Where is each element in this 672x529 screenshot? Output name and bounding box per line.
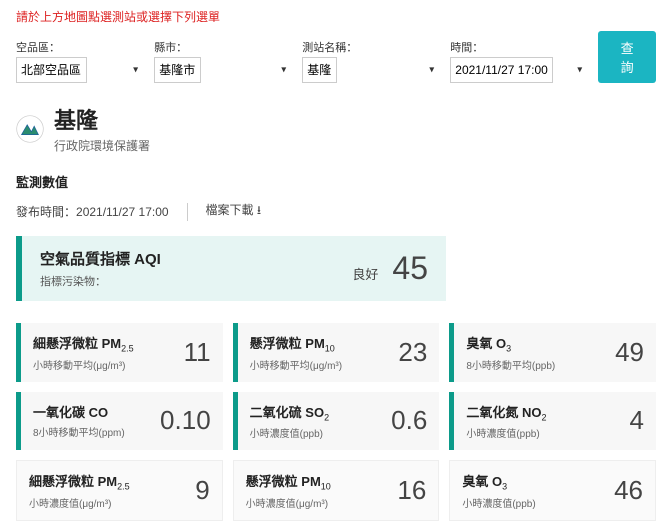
pollutant-value: 4 [630,405,644,436]
pollutant-card: 二氧化氮 NO2 小時濃度值(ppb) 4 [449,392,656,451]
pollutant-name: 懸浮微粒 PM10 [250,333,342,354]
time-select[interactable]: 2021/11/27 17:00 [450,57,553,83]
pollutant-unit: 小時移動平均(μg/m³) [33,357,134,372]
query-button[interactable]: 查詢 [598,31,656,83]
pollutant-name: 懸浮微粒 PM10 [246,471,331,492]
pollutant-name: 臭氧 O3 [466,333,555,354]
station-label: 測站名稱： [302,39,440,55]
divider [187,203,188,221]
pollutant-card: 一氧化碳 CO 8小時移動平均(ppm) 0.10 [16,392,223,451]
pollutant-card: 二氧化硫 SO2 小時濃度值(ppb) 0.6 [233,392,440,451]
pollutant-unit: 小時移動平均(μg/m³) [250,357,342,372]
publish-time: 2021/11/27 17:00 [76,205,169,219]
region-select[interactable]: 北部空品區 [16,57,87,83]
publish-label: 發布時間： [16,205,76,219]
aqi-title: 空氣品質指標 AQI [40,248,161,269]
pollutant-unit: 小時濃度值(ppb) [250,425,329,440]
region-label: 空品區： [16,39,144,55]
county-select[interactable]: 基隆市 [154,57,201,83]
pollutant-name: 細懸浮微粒 PM2.5 [29,471,130,492]
filter-bar: 空品區： 北部空品區 縣市： 基隆市 測站名稱： 基隆 時間： 2021/11/… [16,31,656,83]
pollutant-card: 細懸浮微粒 PM2.5 小時移動平均(μg/m³) 11 [16,323,223,382]
pollutant-value: 9 [195,475,209,506]
pollutant-value: 16 [397,475,426,506]
pollutant-value: 49 [615,337,644,368]
agency-logo-icon [16,115,44,143]
notice-text: 請於上方地圖點選測站或選擇下列選單 [16,8,656,25]
station-name: 基隆 [54,103,150,135]
pollutant-value: 23 [398,337,427,368]
pollutant-unit: 8小時移動平均(ppb) [466,357,555,372]
station-header: 基隆 行政院環境保護署 [16,103,656,154]
pollutant-grid: 細懸浮微粒 PM2.5 小時移動平均(μg/m³) 11 懸浮微粒 PM10 小時移動平… [16,323,656,521]
pollutant-card: 懸浮微粒 PM10 小時移動平均(μg/m³) 23 [233,323,440,382]
pollutant-value: 0.10 [160,405,211,436]
pollutant-name: 細懸浮微粒 PM2.5 [33,333,134,354]
pollutant-unit: 小時濃度值(μg/m³) [246,495,331,510]
station-select[interactable]: 基隆 [302,57,337,83]
pollutant-unit: 小時濃度值(μg/m³) [29,495,130,510]
county-label: 縣市： [154,39,292,55]
download-icon: ⭳ [257,203,261,217]
pollutant-name: 二氧化氮 NO2 [466,402,546,423]
pollutant-value: 11 [184,337,211,368]
aqi-card: 空氣品質指標 AQI 指標污染物： 良好 45 [16,236,446,301]
time-label: 時間： [450,39,588,55]
aqi-value: 45 [392,250,428,287]
pollutant-card: 臭氧 O3 8小時移動平均(ppb) 49 [449,323,656,382]
pollutant-unit: 小時濃度值(ppb) [466,425,546,440]
download-link[interactable]: 檔案下載 ⭳ [206,201,262,222]
pollutant-name: 二氧化硫 SO2 [250,402,329,423]
section-title: 監測數值 [16,172,656,191]
pollutant-value: 0.6 [391,405,427,436]
aqi-status: 良好 [352,264,378,283]
pollutant-unit: 小時濃度值(ppb) [462,495,535,510]
pollutant-name: 一氧化碳 CO [33,402,125,421]
agency-name: 行政院環境保護署 [54,137,150,154]
pollutant-name: 臭氧 O3 [462,471,535,492]
time-row: 發布時間：2021/11/27 17:00 檔案下載 ⭳ [16,201,656,222]
pollutant-value: 46 [614,475,643,506]
aqi-sub: 指標污染物： [40,273,161,289]
pollutant-unit: 8小時移動平均(ppm) [33,424,125,439]
